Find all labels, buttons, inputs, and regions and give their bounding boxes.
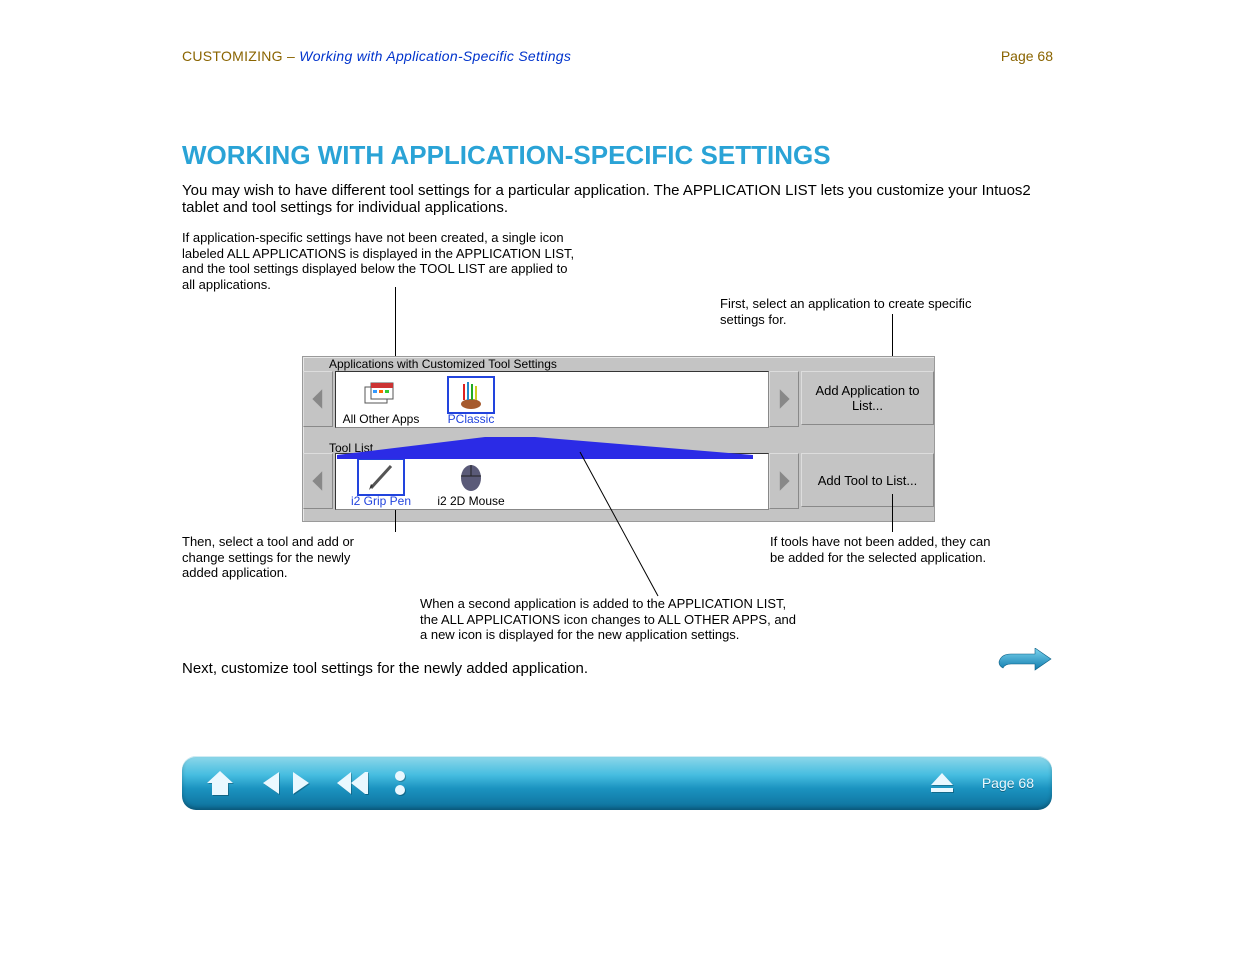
- page-number-top: Page 68: [1001, 48, 1053, 64]
- callout-select-tool: Then, select a tool and add or change se…: [182, 534, 382, 581]
- applications-row: Applications with Customized Tool Settin…: [303, 357, 934, 439]
- intro-paragraph: You may wish to have different tool sett…: [182, 182, 1052, 217]
- chevron-left-icon: [311, 471, 325, 491]
- app-item-label: All Other Apps: [336, 412, 426, 426]
- tools-list: i2 Grip Pen i2 2D Mouse: [335, 453, 769, 510]
- callout-second-app: When a second application is added to th…: [420, 596, 800, 643]
- apps-scroll-left-button[interactable]: [303, 371, 333, 427]
- tool-item-label: i2 2D Mouse: [426, 494, 516, 508]
- nav-home-button[interactable]: [200, 763, 240, 803]
- apps-scroll-right-button[interactable]: [769, 371, 799, 427]
- page-title: WORKING WITH APPLICATION-SPECIFIC SETTIN…: [182, 140, 831, 171]
- breadcrumb-prefix: CUSTOMIZING –: [182, 48, 299, 64]
- nav-rewind-button[interactable]: [332, 763, 372, 803]
- tool-item-label: i2 Grip Pen: [336, 494, 426, 508]
- settings-panel: Applications with Customized Tool Settin…: [302, 356, 935, 522]
- chevron-left-icon: [311, 389, 325, 409]
- add-application-button[interactable]: Add Application to List...: [801, 371, 934, 425]
- applications-list: All Other Apps PClassic: [335, 371, 769, 428]
- app-item-pclassic[interactable]: PClassic: [426, 378, 516, 426]
- callout-all-applications: If application-specific settings have no…: [182, 230, 582, 292]
- breadcrumb-link[interactable]: Working with Application-Specific Settin…: [299, 48, 571, 64]
- breadcrumb: CUSTOMIZING – Working with Application-S…: [182, 48, 571, 64]
- nav-eject-button[interactable]: [922, 763, 962, 803]
- leader-line: [395, 510, 396, 532]
- callout-add-tools: If tools have not been added, they can b…: [770, 534, 1000, 565]
- leader-line: [892, 494, 893, 532]
- tool-item-grip-pen[interactable]: i2 Grip Pen: [336, 460, 426, 508]
- add-tool-button[interactable]: Add Tool to List...: [801, 453, 934, 507]
- nav-forward-button[interactable]: [288, 763, 314, 803]
- nav-back-button[interactable]: [258, 763, 284, 803]
- pen-icon: [359, 460, 403, 494]
- tools-row: Tool List i2 Grip Pen i2 2D Mouse Add To…: [303, 439, 934, 521]
- nav-page-number: Page 68: [982, 775, 1034, 791]
- applications-row-label: Applications with Customized Tool Settin…: [329, 357, 557, 371]
- paint-brushes-icon: [449, 378, 493, 412]
- next-page-arrow-icon[interactable]: [997, 648, 1053, 676]
- tools-scroll-right-button[interactable]: [769, 453, 799, 509]
- app-item-label: PClassic: [426, 412, 516, 426]
- bottom-nav-bar: Page 68: [182, 756, 1052, 810]
- chevron-right-icon: [777, 471, 791, 491]
- tool-item-2d-mouse[interactable]: i2 2D Mouse: [426, 460, 516, 508]
- closing-paragraph: Next, customize tool settings for the ne…: [182, 660, 952, 677]
- stacked-windows-icon: [359, 378, 403, 412]
- nav-more-button[interactable]: [390, 763, 410, 803]
- callout-select-app: First, select an application to create s…: [720, 296, 1000, 327]
- app-item-all-other[interactable]: All Other Apps: [336, 378, 426, 426]
- tools-scroll-left-button[interactable]: [303, 453, 333, 509]
- chevron-right-icon: [777, 389, 791, 409]
- mouse-icon: [449, 460, 493, 494]
